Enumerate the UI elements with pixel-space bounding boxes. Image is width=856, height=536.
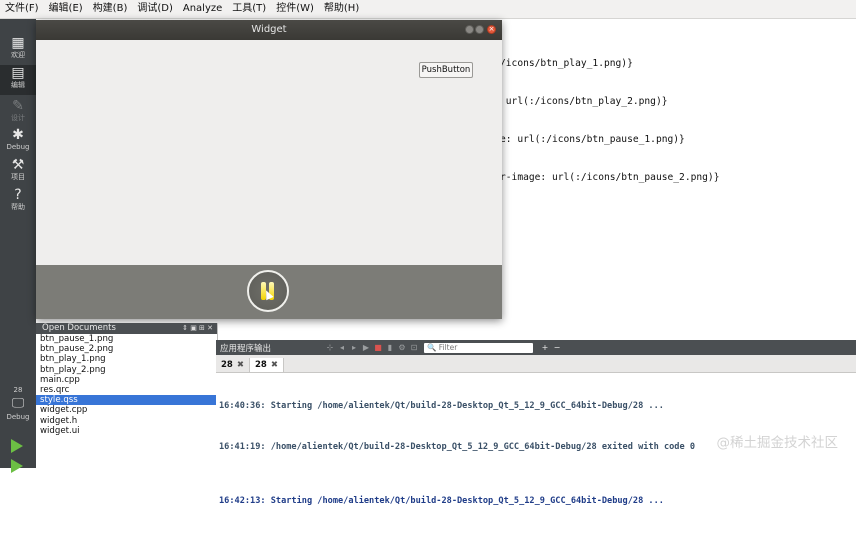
list-item[interactable]: btn_play_1.png — [36, 354, 217, 364]
minimize-icon[interactable] — [465, 25, 474, 34]
wrench-icon: ⚒ — [11, 157, 25, 173]
kit-number: 28 — [13, 386, 23, 394]
window-title: Widget — [251, 24, 287, 35]
panel-controls[interactable]: ⇕ ▣ ⊞ ✕ — [182, 323, 213, 334]
minus-icon[interactable]: − — [551, 343, 563, 352]
list-item[interactable]: res.qrc — [36, 385, 217, 395]
pause-button[interactable] — [247, 270, 289, 312]
list-item[interactable]: btn_pause_2.png — [36, 344, 217, 354]
open-documents-panel: Open Documents ⇕ ▣ ⊞ ✕ btn_pause_1.png b… — [36, 323, 218, 468]
menu-bar: 文件(F) 编辑(E) 构建(B) 调试(D) Analyze 工具(T) 控件… — [0, 0, 856, 19]
grid-icon: ▦ — [11, 35, 25, 51]
debug-run-icon[interactable] — [11, 459, 23, 473]
watermark: @稀土掘金技术社区 — [716, 435, 839, 451]
output-tabs: 28 ✖ 28 ✖ — [216, 355, 856, 373]
output-log[interactable]: 16:40:36: Starting /home/alientek/Qt/bui… — [216, 373, 856, 536]
output-title: 应用程序输出 — [220, 343, 272, 354]
output-toolbar: 应用程序输出 ⊹ ◂ ▸ ▶ ■ ▮ ⚙ ⊡ 🔍 Filter + − — [216, 340, 856, 355]
tab-label: 28 — [254, 360, 267, 370]
menu-tools[interactable]: 工具(T) — [227, 0, 271, 18]
control-bar — [36, 265, 502, 319]
window-titlebar[interactable]: Widget × — [36, 20, 502, 40]
list-item[interactable]: main.cpp — [36, 375, 217, 385]
mode-label: 欢迎 — [11, 51, 25, 59]
widget-window: Widget × PushButton — [36, 20, 502, 319]
menu-debug[interactable]: 调试(D) — [132, 0, 178, 18]
stop-icon[interactable]: ■ — [372, 343, 384, 352]
push-button[interactable]: PushButton — [419, 62, 473, 78]
prev-icon[interactable]: ◂ — [336, 343, 348, 352]
bug-icon: ✱ — [12, 127, 24, 143]
list-item[interactable]: widget.cpp — [36, 405, 217, 415]
tab-label: 28 — [221, 360, 233, 370]
code-line: /icons/btn_play_1.png)} — [500, 58, 633, 70]
log-line: 16:40:36: Starting /home/alientek/Qt/bui… — [219, 401, 664, 412]
mode-projects[interactable]: ⚒ 项目 — [0, 157, 36, 187]
mode-sidebar: ▦ 欢迎 ▤ 编辑 ✎ 设计 ✱ Debug ⚒ 项目 ? 帮助 28 🖵 De… — [0, 19, 36, 473]
settings-icon[interactable]: ⚙ — [396, 343, 408, 352]
maximize-icon[interactable] — [475, 25, 484, 34]
mode-welcome[interactable]: ▦ 欢迎 — [0, 35, 36, 65]
menu-analyze[interactable]: Analyze — [178, 0, 227, 18]
run-icon[interactable]: ▶ — [360, 343, 372, 352]
close-icon[interactable]: × — [487, 25, 496, 34]
run-icon[interactable] — [11, 439, 23, 453]
next-icon[interactable]: ▸ — [348, 343, 360, 352]
mode-label: 帮助 — [11, 203, 25, 211]
help-icon: ? — [14, 187, 22, 203]
code-line: r-image: url(:/icons/btn_pause_2.png)} — [500, 171, 720, 183]
zoom-icon[interactable]: ⊡ — [408, 343, 420, 352]
list-item[interactable]: widget.h — [36, 416, 217, 426]
close-icon[interactable]: ✖ — [237, 360, 244, 370]
code-line: e: url(:/icons/btn_pause_1.png)} — [500, 133, 685, 145]
list-item[interactable]: btn_pause_1.png — [36, 334, 217, 344]
code-line: url(:/icons/btn_play_2.png)} — [500, 95, 668, 107]
open-documents-header: Open Documents ⇕ ▣ ⊞ ✕ — [36, 323, 217, 334]
mode-label: 项目 — [11, 173, 25, 181]
menu-build[interactable]: 构建(B) — [88, 0, 133, 18]
document-icon: ▤ — [11, 65, 25, 81]
menu-edit[interactable]: 编辑(E) — [44, 0, 88, 18]
list-item[interactable]: btn_play_2.png — [36, 365, 217, 375]
menu-help[interactable]: 帮助(H) — [319, 0, 364, 18]
log-line: 16:42:13: Starting /home/alientek/Qt/bui… — [219, 495, 664, 506]
filter-placeholder: Filter — [438, 342, 458, 352]
code-editor[interactable]: /icons/btn_play_1.png)} url(:/icons/btn_… — [500, 33, 720, 197]
list-item[interactable]: widget.ui — [36, 426, 217, 436]
clear-icon[interactable]: ⊹ — [324, 343, 336, 352]
plus-icon[interactable]: + — [539, 343, 551, 352]
list-item-selected[interactable]: style.qss — [36, 395, 217, 406]
open-documents-title: Open Documents — [42, 323, 116, 333]
pen-icon: ✎ — [12, 98, 24, 114]
attach-icon[interactable]: ▮ — [384, 343, 396, 352]
menu-file[interactable]: 文件(F) — [0, 0, 44, 18]
output-tab[interactable]: 28 ✖ — [216, 358, 250, 372]
monitor-icon[interactable]: 🖵 — [0, 396, 36, 411]
menu-widgets[interactable]: 控件(W) — [271, 0, 319, 18]
mode-debug[interactable]: ✱ Debug — [0, 127, 36, 157]
filter-input[interactable]: 🔍 Filter — [424, 342, 533, 353]
mode-edit[interactable]: ▤ 编辑 — [0, 65, 36, 95]
mode-label: Debug — [6, 143, 30, 151]
mode-label: 编辑 — [11, 81, 25, 89]
mode-design[interactable]: ✎ 设计 — [0, 98, 36, 128]
close-icon[interactable]: ✖ — [271, 360, 278, 370]
mode-help[interactable]: ? 帮助 — [0, 187, 36, 217]
kit-label: Debug — [6, 413, 30, 421]
mode-label: 设计 — [11, 114, 25, 122]
output-tab-active[interactable]: 28 ✖ — [249, 358, 284, 372]
